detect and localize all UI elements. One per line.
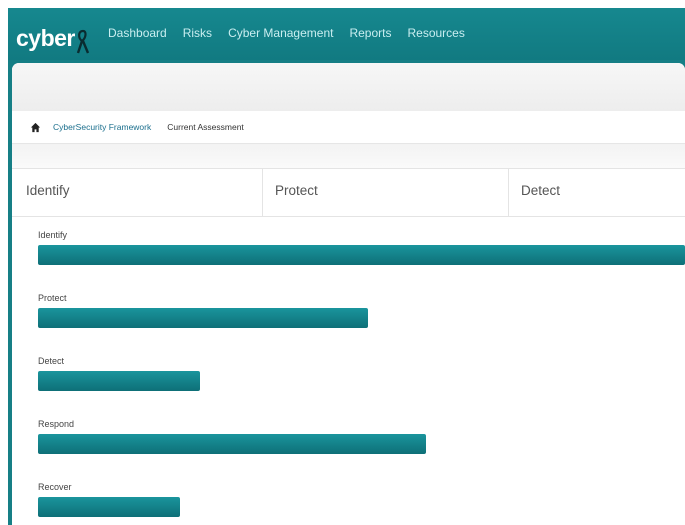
bar-row-protect: Protect — [12, 293, 685, 343]
main-menu: Dashboard Risks Cyber Management Reports… — [108, 26, 481, 40]
app-window: cyber Dashboard Risks Cyber Management R… — [8, 8, 685, 525]
content-panel: CyberSecurity Framework Current Assessme… — [12, 63, 685, 525]
bar-label-protect: Protect — [38, 293, 67, 303]
screen: cyber Dashboard Risks Cyber Management R… — [0, 0, 685, 525]
tab-protect[interactable]: Protect — [262, 169, 508, 216]
bar-track-identify — [38, 245, 685, 265]
bar-row-detect: Detect — [12, 356, 685, 406]
bar-protect[interactable] — [38, 308, 368, 328]
bar-track-detect — [38, 371, 685, 391]
tab-identify[interactable]: Identify — [12, 169, 262, 216]
tab-detect[interactable]: Detect — [508, 169, 685, 216]
bar-row-recover: Recover — [12, 482, 685, 525]
nav-risks[interactable]: Risks — [183, 26, 212, 40]
nav-reports[interactable]: Reports — [349, 26, 391, 40]
bar-label-identify: Identify — [38, 230, 68, 240]
bar-label-recover: Recover — [38, 482, 72, 492]
bar-track-respond — [38, 434, 685, 454]
top-navigation: cyber Dashboard Risks Cyber Management R… — [8, 8, 685, 60]
bar-label-respond: Respond — [38, 419, 75, 429]
ribbon-icon — [76, 29, 89, 54]
brand-name: cyber — [16, 25, 75, 51]
bar-track-recover — [38, 497, 685, 517]
bar-row-respond: Respond — [12, 419, 685, 469]
function-tabs: Identify Protect Detect — [12, 168, 685, 217]
spacer-band — [12, 144, 685, 168]
home-icon[interactable] — [30, 122, 41, 133]
breadcrumb: CyberSecurity Framework Current Assessme… — [12, 111, 685, 144]
bar-respond[interactable] — [38, 434, 426, 454]
nav-cyber-management[interactable]: Cyber Management — [228, 26, 333, 40]
nav-dashboard[interactable]: Dashboard — [108, 26, 167, 40]
bar-track-protect — [38, 308, 685, 328]
nav-resources[interactable]: Resources — [407, 26, 464, 40]
breadcrumb-current: Current Assessment — [167, 122, 244, 132]
bar-detect[interactable] — [38, 371, 200, 391]
header-band — [12, 63, 685, 112]
brand-logo[interactable]: cyber — [16, 21, 90, 54]
breadcrumb-framework-link[interactable]: CyberSecurity Framework — [53, 122, 151, 132]
assessment-bar-chart: Identify Protect Detect Respond Recover — [12, 215, 685, 525]
bar-identify[interactable] — [38, 245, 685, 265]
bar-row-identify: Identify — [12, 230, 685, 280]
bar-label-detect: Detect — [38, 356, 65, 366]
bar-recover[interactable] — [38, 497, 180, 517]
